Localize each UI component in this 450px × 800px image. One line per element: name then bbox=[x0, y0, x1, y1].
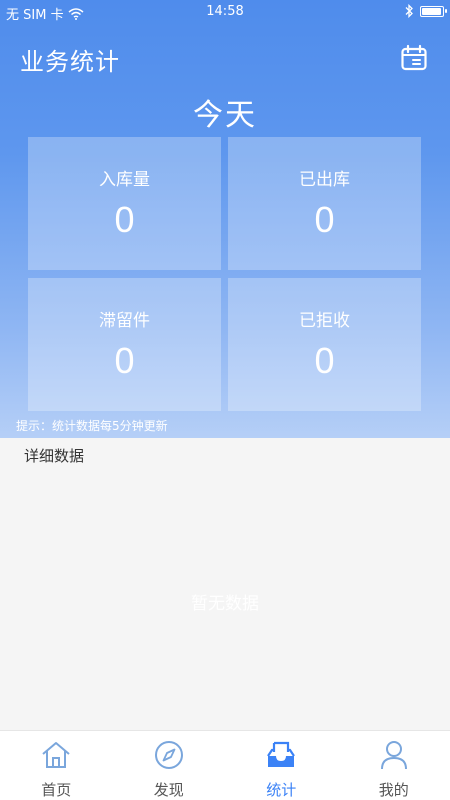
tab-discover[interactable]: 发现 bbox=[113, 731, 226, 800]
stat-value: 0 bbox=[114, 199, 135, 240]
tab-label: 发现 bbox=[153, 781, 184, 799]
detail-section-title: 详细数据 bbox=[24, 447, 85, 465]
stat-card-rejected[interactable]: 已拒收 0 bbox=[228, 278, 421, 411]
empty-state-text: 暂无数据 bbox=[191, 594, 259, 614]
stat-card-detained[interactable]: 滞留件 0 bbox=[28, 278, 221, 411]
bluetooth-icon bbox=[405, 4, 413, 18]
stat-label: 已出库 bbox=[299, 170, 350, 190]
status-time: 14:58 bbox=[206, 4, 244, 19]
tab-label: 首页 bbox=[41, 781, 72, 799]
inbox-icon bbox=[267, 741, 296, 767]
tab-statistics[interactable]: 统计 bbox=[225, 731, 338, 800]
home-icon bbox=[42, 742, 70, 768]
stat-card-outbound[interactable]: 已出库 0 bbox=[228, 137, 421, 270]
tab-mine[interactable]: 我的 bbox=[338, 731, 450, 800]
stat-card-inbound[interactable]: 入库量 0 bbox=[28, 137, 221, 270]
stat-label: 已拒收 bbox=[299, 311, 350, 331]
tab-home[interactable]: 首页 bbox=[0, 731, 113, 800]
compass-icon bbox=[154, 741, 183, 769]
stat-value: 0 bbox=[314, 340, 335, 381]
stat-label: 滞留件 bbox=[99, 311, 150, 331]
battery-fill bbox=[422, 7, 441, 15]
tab-label: 我的 bbox=[378, 781, 409, 799]
tab-label: 统计 bbox=[266, 781, 297, 799]
battery-icon bbox=[420, 5, 447, 17]
stat-value: 0 bbox=[314, 199, 335, 240]
app-header: 业务统计 bbox=[0, 38, 450, 78]
page-title: 业务统计 bbox=[20, 48, 120, 76]
status-right bbox=[404, 4, 447, 18]
status-bar: 无 SIM 卡 14:58 bbox=[0, 0, 450, 24]
user-icon bbox=[380, 741, 407, 770]
period-title: 今天 bbox=[193, 98, 257, 133]
calendar-icon[interactable] bbox=[400, 44, 428, 72]
stat-value: 0 bbox=[114, 340, 135, 381]
update-hint: 提示：统计数据每5分钟更新 bbox=[16, 419, 168, 433]
tab-bar: 首页 发现 统计 我的 bbox=[0, 730, 450, 800]
stat-label: 入库量 bbox=[99, 170, 150, 190]
